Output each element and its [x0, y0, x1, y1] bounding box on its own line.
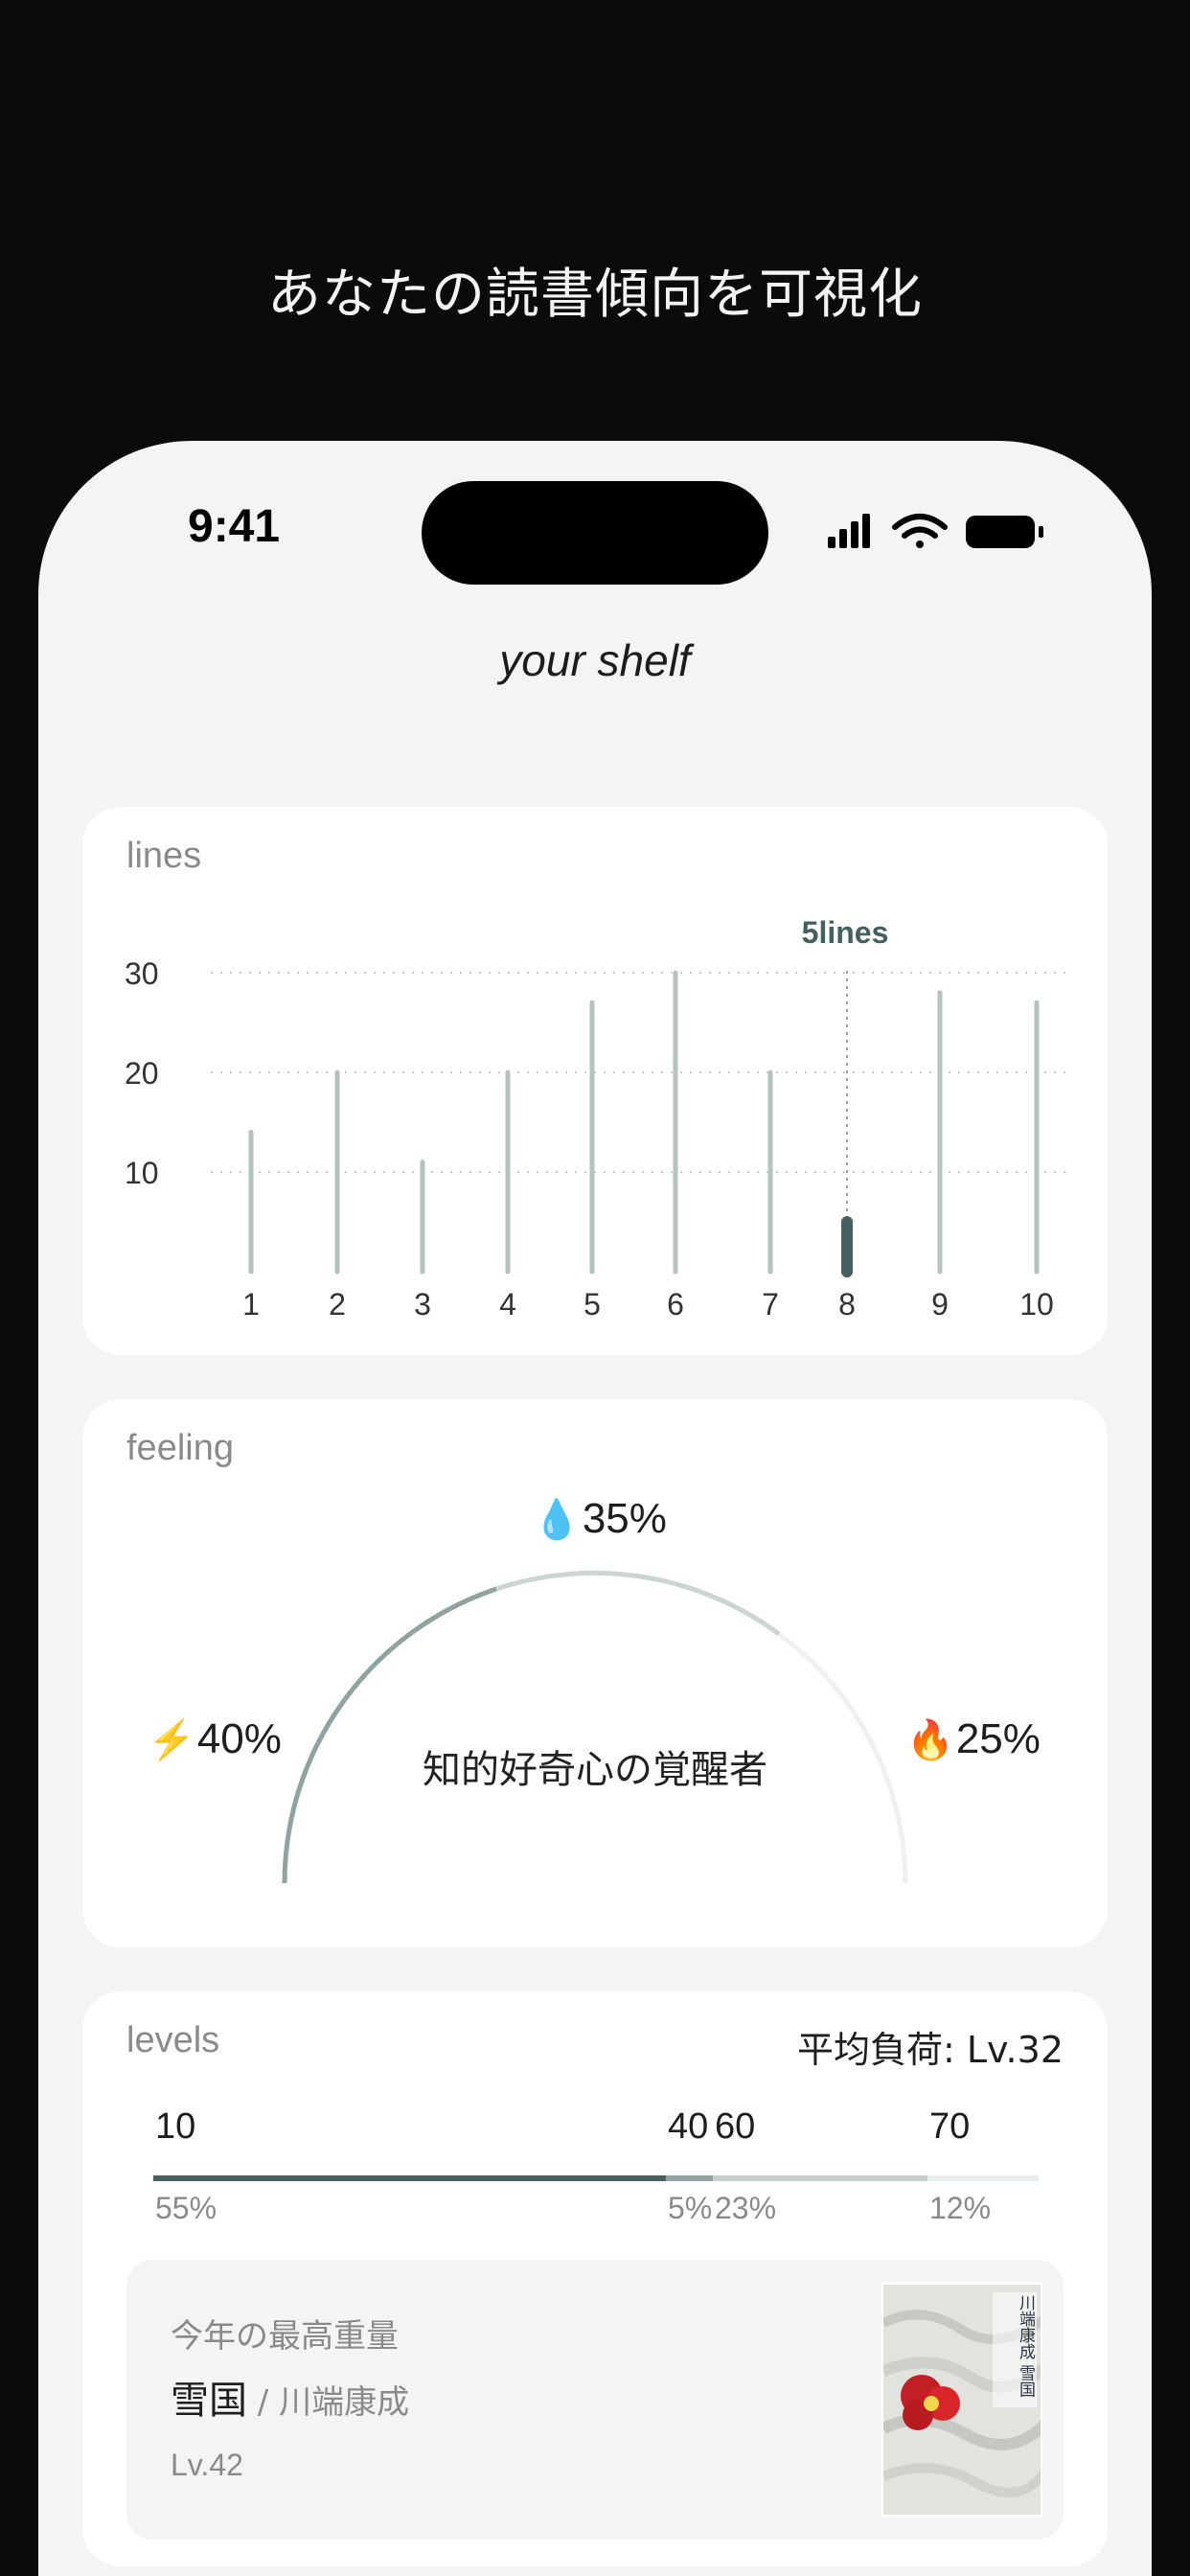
gauge-segment-top [495, 1570, 781, 1637]
level-percent: 55% [155, 2191, 217, 2225]
phone-screen: 9:41 your shelf lines 10 20 30 5lines 1 2 3 4 5 6… [38, 441, 1152, 2576]
best-book-author: / 川端康成 [247, 2383, 410, 2422]
shelf-title: your shelf [499, 635, 691, 685]
x-tick-label: 2 [329, 1287, 346, 1322]
droplet-icon: 💧 [533, 1498, 581, 1541]
book-cover-title: 川端康成 雪国 [1016, 2294, 1035, 2398]
level-segment-10 [153, 2175, 666, 2181]
lines-card: lines 10 20 30 5lines 1 2 3 4 5 6 7 8 9 10 [82, 807, 1108, 1355]
gauge-segment-left [282, 1586, 497, 1884]
battery-icon [966, 516, 1043, 548]
page-headline: あなたの読書傾向を可視化 [267, 264, 923, 326]
level-value: 40 [668, 2106, 709, 2147]
dynamic-island [422, 481, 768, 585]
x-tick-label: 9 [931, 1287, 949, 1322]
feeling-top-value: 35% [582, 1495, 667, 1542]
best-book-level: Lv.42 [171, 2448, 243, 2482]
x-tick-label: 5 [584, 1287, 601, 1322]
status-icons [828, 514, 1043, 548]
level-value: 60 [715, 2106, 756, 2147]
best-book-title-line: 雪国 / 川端康成 [171, 2369, 409, 2425]
level-segment-60 [713, 2175, 927, 2181]
best-book-label: 今年の最高重量 [171, 2317, 399, 2356]
level-segment-70 [927, 2175, 1039, 2181]
levels-card: levels 平均負荷: Lv.32 10 55% 40 5% 60 23% 70 12% 今… [82, 1991, 1108, 2566]
y-tick-label: 20 [125, 1056, 159, 1091]
signal-icon [828, 514, 870, 548]
level-percent: 12% [929, 2191, 992, 2225]
wifi-icon [892, 514, 948, 548]
reader-type-name: 知的好奇心の覚醒者 [423, 1748, 767, 1792]
average-load: 平均負荷: Lv.32 [796, 2029, 1064, 2071]
book-cover[interactable]: 川端康成 雪国 [881, 2283, 1042, 2517]
selection-label: 5lines [802, 915, 889, 950]
x-tick-label: 8 [838, 1287, 856, 1322]
x-tick-label: 6 [667, 1287, 684, 1322]
feeling-top-label: 💧 35% [533, 1495, 667, 1543]
best-book-card[interactable]: 今年の最高重量 雪国 / 川端康成 Lv.42 川端康成 雪国 [126, 2260, 1064, 2540]
x-tick-label: 7 [762, 1287, 779, 1322]
level-value: 70 [929, 2106, 971, 2147]
x-tick-label: 4 [499, 1287, 516, 1322]
feeling-gauge [282, 1570, 908, 1884]
lines-chart: 10 20 30 5lines 1 2 3 4 5 6 7 8 9 10 [125, 915, 1069, 1322]
x-tick-label: 3 [414, 1287, 431, 1322]
y-tick-label: 30 [125, 956, 159, 991]
best-book-title: 雪国 [171, 2379, 247, 2423]
level-segment-40 [666, 2175, 713, 2181]
x-tick-label: 10 [1019, 1287, 1054, 1322]
level-percent: 23% [715, 2191, 777, 2225]
levels-card-label: levels [126, 2020, 220, 2060]
y-tick-label: 10 [125, 1156, 159, 1190]
level-value: 10 [155, 2106, 196, 2147]
x-tick-label: 1 [242, 1287, 260, 1322]
status-time: 9:41 [188, 501, 281, 552]
feeling-card: feeling 💧 35% ⚡ 40% 🔥 25% 知的好奇心の覚醒者 [82, 1399, 1108, 1947]
level-percent: 5% [668, 2191, 713, 2225]
